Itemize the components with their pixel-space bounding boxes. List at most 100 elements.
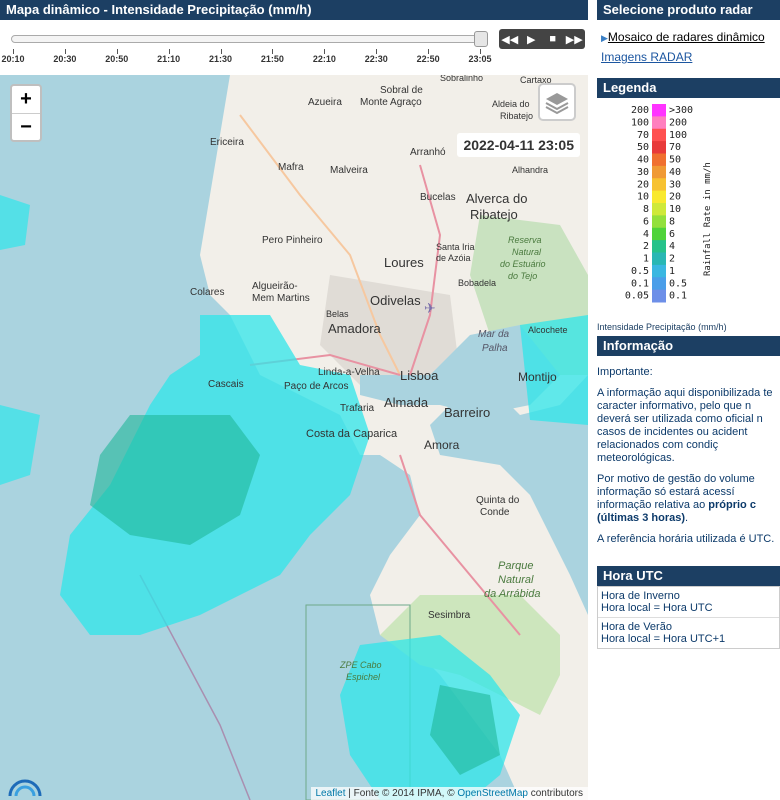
place-label: Costa da Caparica bbox=[306, 428, 398, 440]
legend-color-band bbox=[652, 227, 666, 241]
product-link-mosaic[interactable]: ▶Mosaico de radares dinâmico bbox=[601, 30, 780, 44]
product-link-radar-images[interactable]: Imagens RADAR bbox=[601, 50, 780, 64]
hora-inverno: Hora de Inverno Hora local = Hora UTC bbox=[598, 587, 779, 617]
place-label: Arranhó bbox=[410, 147, 446, 158]
radar-map[interactable]: Azueira Sobral de Monte Agraço Ericeira … bbox=[0, 75, 588, 800]
place-label: Espichel bbox=[346, 672, 381, 682]
legend-color-band bbox=[652, 178, 666, 192]
place-label: da Arrábida bbox=[484, 588, 540, 600]
arrow-right-icon: ▶ bbox=[601, 33, 608, 43]
legend-right-label: 4 bbox=[669, 241, 675, 252]
product-link-mosaic-label: Mosaico de radares dinâmico bbox=[607, 30, 765, 44]
info-paragraph-2: Por motivo de gestão do volume informaçã… bbox=[597, 473, 780, 525]
legend-right-label: 70 bbox=[669, 142, 681, 153]
layers-button[interactable] bbox=[538, 83, 576, 121]
info-p1-line: relacionados com condiç bbox=[597, 439, 719, 451]
info-p2-line-d-tail: . bbox=[685, 512, 689, 524]
legend-left-label: 10 bbox=[637, 192, 649, 203]
playback-controls: ◀◀ ▶ ■ ▶▶ bbox=[499, 29, 585, 49]
info-paragraph-1: A informação aqui disponibilizada te cara… bbox=[597, 387, 780, 465]
timeline-tick-label: 22:50 bbox=[416, 54, 440, 64]
place-label: Alverca do bbox=[466, 191, 527, 206]
legend-left-label: 2 bbox=[643, 241, 649, 252]
timeline-bar: 20:10 20:30 20:50 21:10 21:30 21:50 22:10 22:30… bbox=[0, 20, 588, 75]
legend-left-label: 6 bbox=[643, 216, 649, 227]
info-p2-line-c-bold: próprio c bbox=[708, 499, 756, 511]
legend: 200 100 70 50 40 30 20 10 8 6 4 2 1 0.5 0.1 0.05 >300 200… bbox=[597, 98, 780, 332]
place-label: Malveira bbox=[330, 165, 368, 176]
legend-left-label: 200 bbox=[631, 105, 649, 116]
time-slider-track[interactable] bbox=[11, 35, 487, 43]
zoom-in-button[interactable]: + bbox=[12, 86, 40, 114]
info-important: Importante bbox=[597, 366, 650, 378]
legend-color-band bbox=[652, 277, 666, 291]
legend-left-label: 0.5 bbox=[631, 266, 649, 277]
legend-color-band bbox=[652, 116, 666, 130]
play-button[interactable]: ▶ bbox=[522, 33, 540, 46]
legend-axis-title: Rainfall Rate in mm/h bbox=[703, 162, 713, 276]
legend-right-label: 50 bbox=[669, 155, 681, 166]
legend-right-label: 6 bbox=[669, 229, 675, 240]
map-panel: Mapa dinâmico - Intensidade Precipitação… bbox=[0, 0, 588, 800]
legend-left-label: 70 bbox=[637, 130, 649, 141]
osm-link[interactable]: OpenStreetMap bbox=[457, 788, 528, 799]
hora-verao-title: Hora de Verão bbox=[601, 621, 672, 633]
info-p1-line: deverá ser utilizada como oficial n bbox=[597, 413, 763, 425]
place-label: Natural bbox=[512, 247, 542, 257]
stop-button[interactable]: ■ bbox=[544, 33, 562, 45]
place-label: Natural bbox=[498, 574, 534, 586]
rewind-button[interactable]: ◀◀ bbox=[501, 33, 519, 46]
legend-right-label: 2 bbox=[669, 254, 675, 265]
place-label: Monte Agraço bbox=[360, 97, 422, 108]
place-label: Sesimbra bbox=[428, 610, 471, 621]
info-p2-line-b: informação só estará acessí bbox=[597, 486, 735, 498]
place-label: Alcochete bbox=[528, 325, 568, 335]
place-label: Montijo bbox=[518, 370, 557, 384]
legend-right-label: 0.5 bbox=[669, 278, 687, 289]
place-label: Palha bbox=[482, 343, 508, 354]
map-panel-title: Mapa dinâmico - Intensidade Precipitação… bbox=[0, 0, 588, 20]
legend-left-label: 100 bbox=[631, 117, 649, 128]
place-label: Reserva bbox=[508, 235, 542, 245]
timeline-tick-label: 22:30 bbox=[364, 54, 388, 64]
info-text: Importante: A informação aqui disponibil… bbox=[597, 366, 780, 546]
legend-right-label: >300 bbox=[669, 105, 693, 116]
timeline-tick-label: 21:30 bbox=[209, 54, 233, 64]
legend-header: Legenda bbox=[597, 78, 780, 98]
info-p1-line: caracter informativo, pelo que n bbox=[597, 400, 752, 412]
place-label: Pero Pinheiro bbox=[262, 235, 323, 246]
place-label: Paço de Arcos bbox=[284, 381, 348, 392]
legend-left-label: 1 bbox=[643, 254, 649, 265]
place-label: ZPE Cabo bbox=[339, 660, 382, 670]
fast-forward-button[interactable]: ▶▶ bbox=[565, 33, 583, 46]
place-label: Conde bbox=[480, 507, 510, 518]
place-label: Linda-a-Velha bbox=[318, 367, 380, 378]
place-label: Loures bbox=[384, 255, 424, 270]
timeline-tick-label: 20:30 bbox=[53, 54, 77, 64]
place-label: Amora bbox=[424, 438, 460, 452]
place-label: Aldeia do bbox=[492, 99, 530, 109]
zoom-out-button[interactable]: − bbox=[12, 114, 40, 141]
place-label: Amadora bbox=[328, 321, 382, 336]
place-label: Ericeira bbox=[210, 137, 244, 148]
legend-right-label: 8 bbox=[669, 216, 675, 227]
place-label: Mar da bbox=[478, 329, 510, 340]
hora-header: Hora UTC bbox=[597, 566, 780, 586]
layers-icon bbox=[545, 93, 569, 115]
info-p1-line: meteorológicas. bbox=[597, 452, 675, 464]
place-label: Mem Martins bbox=[252, 293, 310, 304]
legend-color-band bbox=[652, 203, 666, 216]
place-label: Bobadela bbox=[458, 278, 496, 288]
timeline-tick-label: 22:10 bbox=[312, 54, 336, 64]
info-header: Informação bbox=[597, 336, 780, 356]
legend-right-label: 1 bbox=[669, 266, 675, 277]
hora-verao: Hora de Verão Hora local = Hora UTC+1 bbox=[598, 617, 779, 648]
leaflet-link[interactable]: Leaflet bbox=[316, 788, 346, 799]
sidebar: Selecione produto radar ▶Mosaico de rada… bbox=[597, 0, 780, 649]
legend-right-label: 40 bbox=[669, 167, 681, 178]
radar-echo bbox=[0, 195, 30, 250]
product-header: Selecione produto radar bbox=[597, 0, 780, 20]
legend-color-band bbox=[652, 240, 666, 253]
legend-right-label: 20 bbox=[669, 192, 681, 203]
map-attribution: Leaflet | Fonte © 2014 IPMA, © OpenStree… bbox=[310, 787, 588, 800]
